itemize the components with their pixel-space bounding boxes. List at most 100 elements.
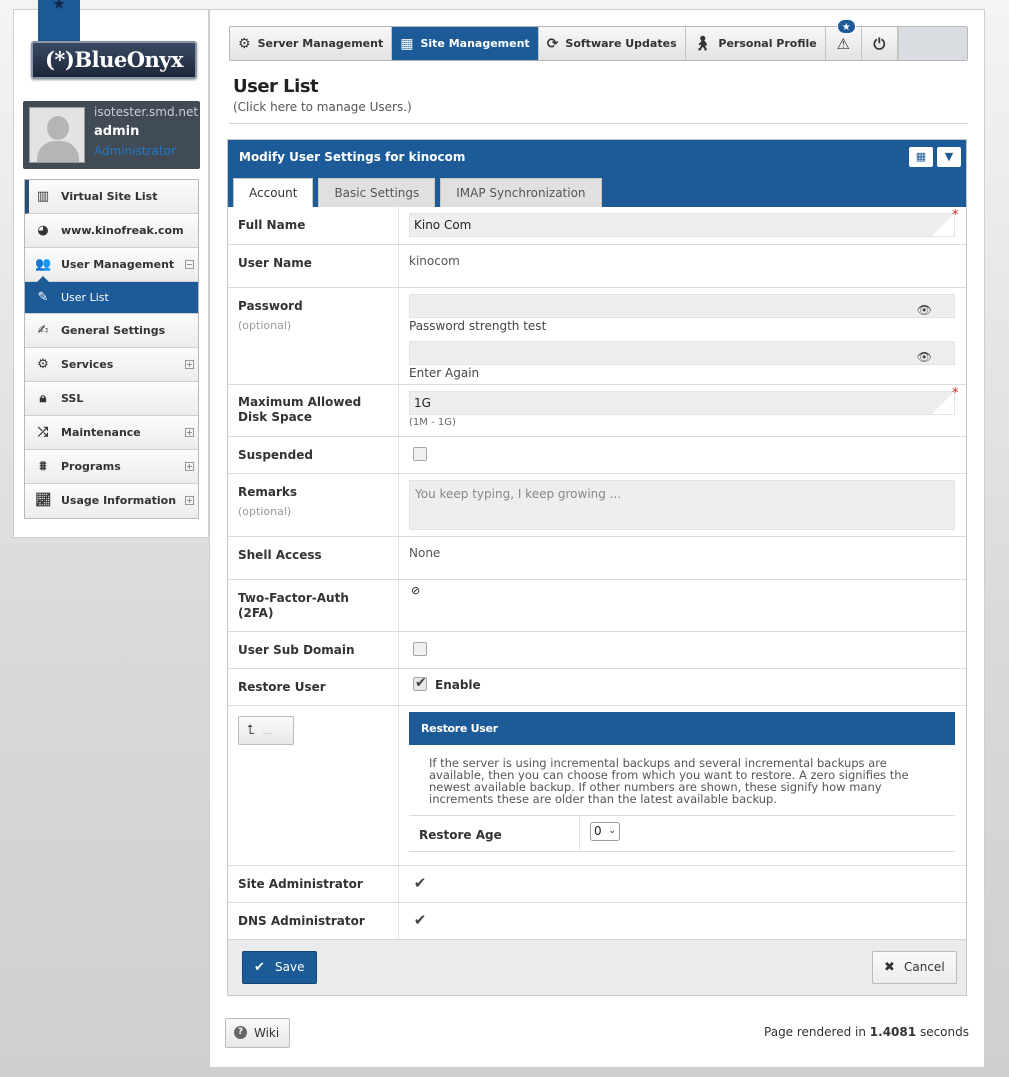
expand-icon[interactable]: + (185, 428, 194, 437)
two-factor-label-1: Two-Factor-Auth (238, 591, 349, 605)
suspended-label: Suspended (238, 448, 313, 462)
cancel-button[interactable]: ✖ Cancel (872, 951, 957, 984)
tab-server-management[interactable]: ⚙ Server Management (230, 27, 393, 60)
save-button[interactable]: ✔ Save (242, 951, 317, 984)
sidebar-menu: ▥ Virtual Site List ◕ www.kinofreak.com … (24, 179, 199, 519)
expand-icon[interactable]: + (185, 496, 194, 505)
full-name-input[interactable]: Kino Com (409, 213, 955, 237)
password-again-label: Enter Again (409, 366, 480, 380)
tab-account[interactable]: Account (233, 178, 314, 207)
row-restore-panel: ⮤... Restore User If the server is using… (228, 706, 966, 866)
password-label: Password (238, 299, 303, 313)
suspended-checkbox[interactable] (413, 447, 427, 461)
wiki-button[interactable]: ? Wiki (225, 1018, 290, 1048)
sidebar-item-usage-information[interactable]: 📈︎ Usage Information + (25, 484, 198, 518)
disk-space-input[interactable]: 1G (409, 391, 955, 415)
sidebar-item-label: SSL (61, 392, 84, 405)
restore-age-select[interactable]: 0 ⌄ (590, 822, 620, 841)
gear-icon: ⚙ (37, 357, 49, 372)
sidebar-item-services[interactable]: ⚙ Services + (25, 348, 198, 382)
sidebar-item-ssl[interactable]: 🔒︎ SSL (25, 382, 198, 416)
tab-label: Site Management (420, 37, 530, 50)
sidebar-item-virtual-site-list[interactable]: ▥ Virtual Site List (25, 180, 198, 214)
wiki-label: Wiki (254, 1026, 280, 1040)
user-role[interactable]: Administrator (94, 144, 176, 158)
page-title: User List (233, 76, 319, 97)
full-name-value: Kino Com (414, 218, 472, 232)
row-dns-admin: DNS Administrator ✔ (228, 903, 966, 940)
user-name: admin (94, 124, 140, 139)
expand-icon[interactable]: + (185, 360, 194, 369)
tab-site-management[interactable]: ▦ Site Management (392, 27, 539, 60)
sidebar-item-label: General Settings (61, 324, 166, 337)
site-admin-checkmark[interactable]: ✔ (412, 876, 428, 891)
blueonyx-logo[interactable]: (*)BlueOnyx (31, 41, 197, 79)
form-title: Modify User Settings for kinocom (239, 150, 466, 164)
sidebar-item-maintenance[interactable]: ⤮ Maintenance + (25, 416, 198, 450)
user-icon: 🚶︎ (693, 35, 712, 52)
sidebar-item-label: Services (61, 358, 114, 371)
dropdown-button[interactable]: ▼ (937, 147, 961, 167)
sidebar-item-programs[interactable]: ⩩ Programs + (25, 450, 198, 484)
row-full-name: Full Name Kino Com * (228, 207, 966, 245)
chart-icon: 📈︎ (35, 493, 52, 508)
cancel-label: Cancel (904, 960, 945, 974)
password-strength-label: Password strength test (409, 319, 547, 333)
remarks-textarea[interactable]: You keep typing, I keep growing ... (409, 480, 955, 530)
user-settings-form: Modify User Settings for kinocom ▦ ▼ Acc… (227, 139, 967, 996)
restore-user-checkbox[interactable] (413, 675, 427, 691)
expand-icon[interactable]: + (185, 462, 194, 471)
logout-button[interactable]: ⏻ (862, 27, 898, 60)
check-icon: ✔ (254, 960, 265, 975)
site-admin-label: Site Administrator (238, 877, 363, 891)
render-prefix: Page rendered in (764, 1025, 866, 1039)
sidebar-item-user-list[interactable]: ✎ User List (25, 276, 198, 314)
sidebar-item-general-settings[interactable]: ✍ General Settings (25, 314, 198, 348)
disk-space-value: 1G (414, 396, 431, 410)
tab-personal-profile[interactable]: 🚶︎ Personal Profile (686, 27, 826, 60)
remarks-optional: (optional) (238, 505, 292, 518)
page-subtitle-link[interactable]: (Click here to manage Users.) (233, 100, 412, 114)
collapse-icon[interactable]: − (185, 260, 194, 269)
eye-icon[interactable]: 👁︎ (917, 346, 932, 368)
sidebar-item-label: www.kinofreak.com (61, 224, 184, 237)
password-again-input[interactable]: 👁︎ (409, 341, 955, 365)
row-remarks: Remarks (optional) You keep typing, I ke… (228, 474, 966, 537)
sub-domain-label: User Sub Domain (238, 643, 355, 657)
save-label: Save (275, 960, 305, 974)
shuffle-icon: ⤮ (37, 425, 49, 440)
form-tabs: Account Basic Settings IMAP Synchronizat… (233, 178, 607, 207)
restore-enable-label: Enable (435, 678, 481, 692)
avatar (29, 107, 85, 163)
eye-icon[interactable]: 👁︎ (917, 299, 932, 321)
notification-badge: ★ (836, 19, 856, 34)
globe-icon: ◕ (37, 223, 49, 238)
sidebar-item-site[interactable]: ◕ www.kinofreak.com (25, 214, 198, 248)
sidebar-item-user-management[interactable]: 👥 User Management − (25, 248, 198, 282)
close-icon: ✖ (884, 960, 895, 975)
sub-domain-checkbox[interactable] (413, 642, 427, 656)
sidebar-item-label: Virtual Site List (61, 190, 158, 203)
tab-software-updates[interactable]: ⟳ Software Updates (539, 27, 686, 60)
tab-label: Personal Profile (718, 37, 817, 50)
alerts-button[interactable]: ⚠ ★ (826, 19, 862, 60)
grid-icon: ▦ (915, 150, 927, 163)
help-icon: ? (234, 1026, 247, 1039)
lock-icon: 🔒︎ (39, 391, 47, 406)
required-icon: * (952, 208, 959, 223)
row-user-name: User Name kinocom (228, 245, 966, 288)
sidebar-item-label: Programs (61, 460, 121, 473)
render-suffix: seconds (919, 1025, 969, 1039)
restore-button-dots: ... (262, 727, 272, 737)
grid-view-button[interactable]: ▦ (909, 147, 933, 167)
tab-basic-settings[interactable]: Basic Settings (318, 178, 436, 207)
disk-space-label-2: Disk Space (238, 410, 312, 424)
dns-admin-checkmark[interactable]: ✔ (412, 913, 428, 928)
edit-icon: ✍ (37, 323, 49, 338)
tab-imap-sync[interactable]: IMAP Synchronization (440, 178, 602, 207)
password-input[interactable]: 👁︎ (409, 294, 955, 318)
restore-back-button[interactable]: ⮤... (238, 716, 294, 745)
user-host: isotester.smd.net (94, 105, 199, 119)
chevron-down-icon: ⌄ (608, 826, 616, 836)
render-info: Page rendered in 1.4081 seconds (764, 1025, 969, 1039)
